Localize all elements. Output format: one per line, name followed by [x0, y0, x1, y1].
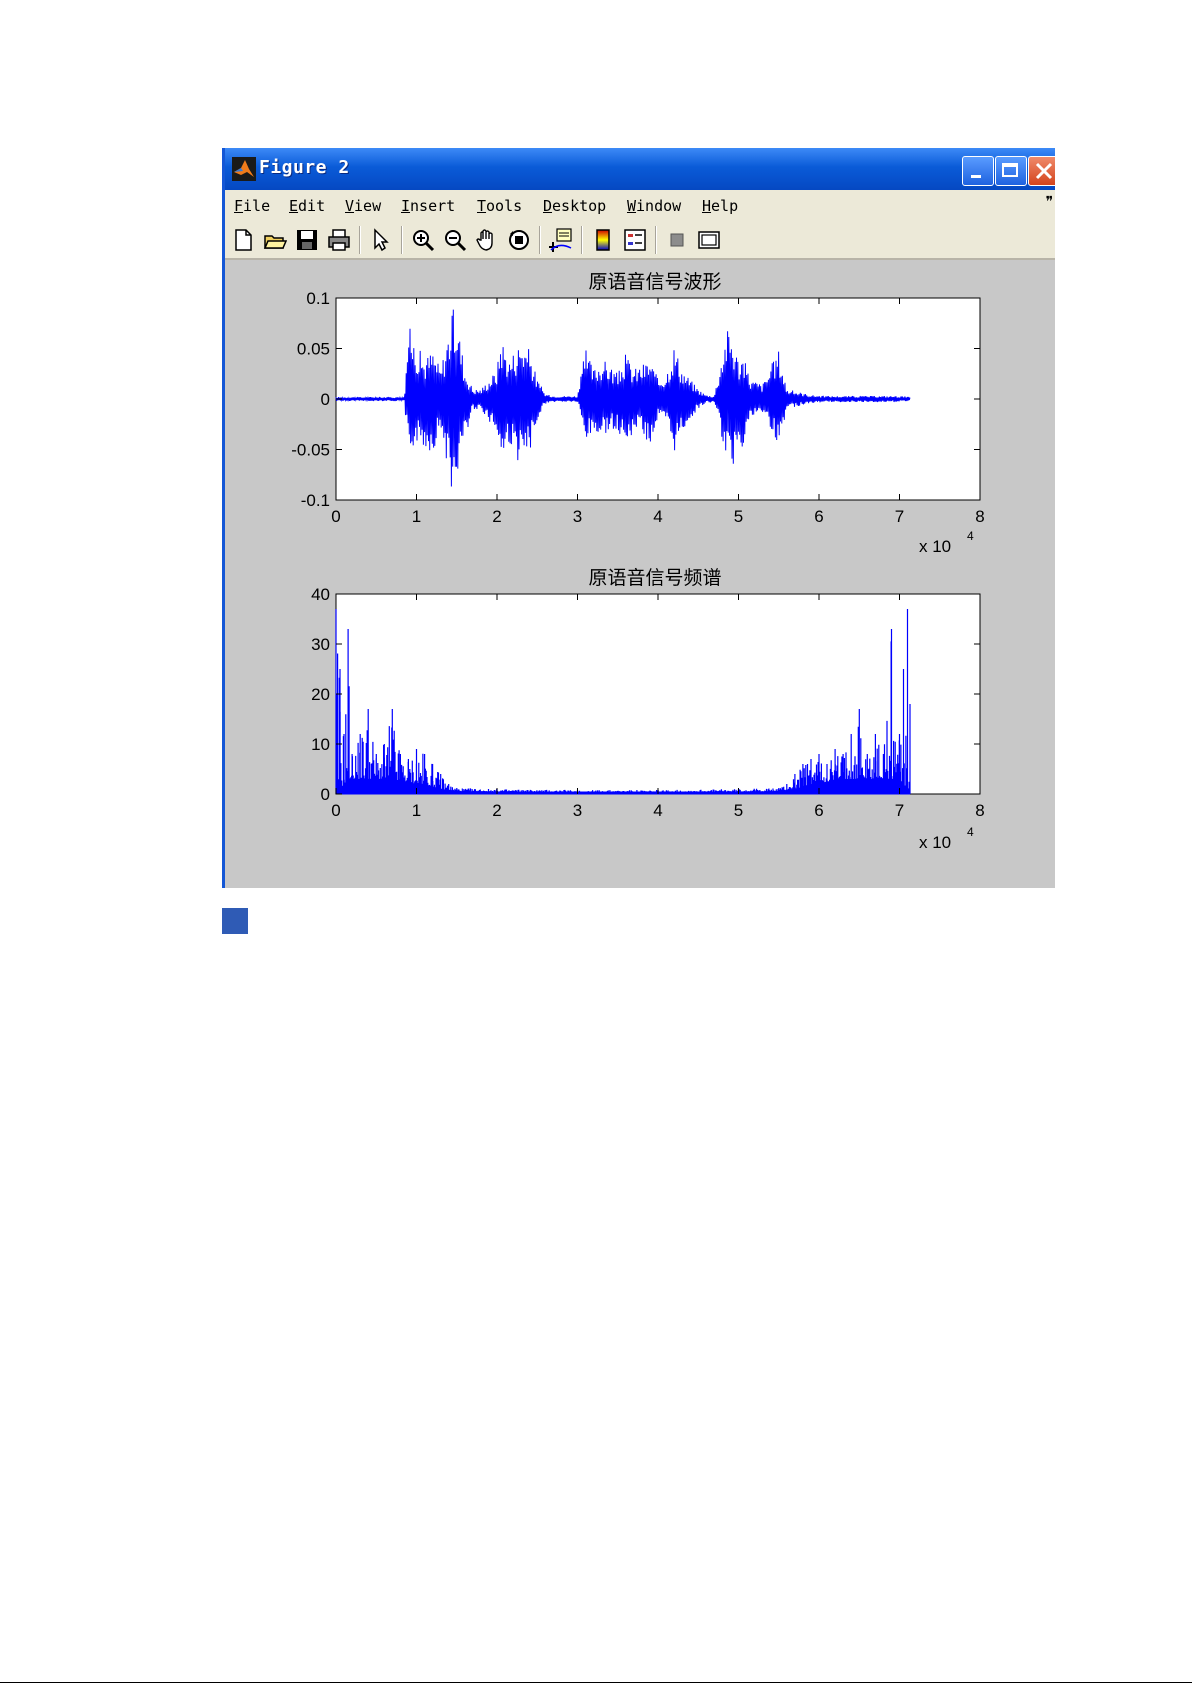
save-icon[interactable] [295, 228, 319, 252]
spectrum-xtick-label: 2 [492, 801, 501, 820]
figure-window: Figure 2 File Edit View Insert Tools Des… [222, 148, 1055, 888]
waveform-x-multiplier: x 10 [919, 537, 951, 556]
page-bottom-rule [0, 1682, 1192, 1683]
edit-plot-arrow-icon[interactable] [369, 228, 393, 252]
menu-desktop[interactable]: Desktop [543, 197, 606, 215]
toolbar-separator [581, 226, 583, 254]
minimize-button[interactable] [962, 156, 994, 186]
window-title: Figure 2 [259, 157, 350, 178]
section-marker-square [222, 908, 248, 934]
menu-view[interactable]: View [345, 197, 381, 215]
waveform-title: 原语音信号波形 [588, 271, 721, 293]
figure-canvas: 原语音信号波形 0 1 2 3 4 5 6 7 8 -0.1 -0.05 0 0.05 0.1 x 10… [225, 258, 1055, 888]
menu-tools[interactable]: Tools [477, 197, 522, 215]
menu-edit[interactable]: Edit [289, 197, 325, 215]
waveform-xtick-label: 1 [412, 507, 421, 526]
rotate-3d-icon[interactable] [507, 228, 531, 252]
toolbar-separator [401, 226, 403, 254]
waveform-ytick-label: -0.1 [301, 491, 330, 510]
close-button[interactable] [1028, 156, 1055, 186]
spectrum-xtick-label: 0 [331, 801, 340, 820]
spectrum-xtick-label: 5 [734, 801, 743, 820]
show-plot-tools-icon[interactable] [697, 228, 721, 252]
hide-plot-tools-icon[interactable] [665, 228, 689, 252]
spectrum-x-multiplier-exponent: 4 [967, 825, 974, 839]
spectrum-xtick-label: 3 [573, 801, 582, 820]
waveform-ytick-label: 0.05 [297, 340, 330, 359]
waveform-ytick-label: 0.1 [306, 289, 330, 308]
spectrum-xtick-label: 1 [412, 801, 421, 820]
spectrum-x-multiplier: x 10 [919, 833, 951, 852]
toolbar-separator [359, 226, 361, 254]
spectrum-xtick-label: 4 [653, 801, 662, 820]
waveform-x-multiplier-exponent: 4 [967, 529, 974, 543]
maximize-button[interactable] [995, 156, 1027, 186]
menu-file[interactable]: File [234, 197, 270, 215]
spectrum-ytick-label: 30 [311, 635, 330, 654]
open-file-icon[interactable] [263, 228, 287, 252]
spectrum-ytick-label: 20 [311, 685, 330, 704]
menu-bar: File Edit View Insert Tools Desktop Wind… [225, 190, 1055, 221]
spectrum-ytick-label: 10 [311, 735, 330, 754]
menu-help[interactable]: Help [702, 197, 738, 215]
waveform-ytick-label: -0.05 [291, 441, 330, 460]
data-cursor-icon[interactable] [549, 228, 573, 252]
zoom-out-icon[interactable] [443, 228, 467, 252]
spectrum-xtick-label: 6 [814, 801, 823, 820]
waveform-xtick-label: 2 [492, 507, 501, 526]
matlab-logo-icon [232, 157, 256, 181]
zoom-in-icon[interactable] [411, 228, 435, 252]
waveform-xtick-label: 8 [975, 507, 984, 526]
menu-window[interactable]: Window [627, 197, 681, 215]
axes-waveform[interactable]: 原语音信号波形 0 1 2 3 4 5 6 7 8 -0.1 -0.05 0 0.05 0.1 x 10… [291, 271, 984, 556]
new-figure-icon[interactable] [231, 228, 255, 252]
colorbar-icon[interactable] [591, 228, 615, 252]
print-icon[interactable] [327, 228, 351, 252]
spectrum-ytick-label: 40 [311, 585, 330, 604]
spectrum-xtick-label: 8 [975, 801, 984, 820]
waveform-ytick-label: 0 [321, 390, 330, 409]
menu-overflow-icon[interactable]: ❞ [1045, 194, 1053, 210]
waveform-xtick-label: 6 [814, 507, 823, 526]
toolbar-separator [655, 226, 657, 254]
waveform-xtick-label: 5 [734, 507, 743, 526]
spectrum-title: 原语音信号频谱 [588, 567, 721, 589]
legend-icon[interactable] [623, 228, 647, 252]
waveform-xtick-label: 0 [331, 507, 340, 526]
close-icon [1035, 162, 1053, 180]
toolbar-separator [539, 226, 541, 254]
waveform-xtick-label: 4 [653, 507, 662, 526]
spectrum-xtick-label: 7 [895, 801, 904, 820]
maximize-icon [1002, 163, 1018, 177]
waveform-xtick-label: 3 [573, 507, 582, 526]
spectrum-ytick-label: 0 [321, 785, 330, 804]
plots-svg: 原语音信号波形 0 1 2 3 4 5 6 7 8 -0.1 -0.05 0 0.05 0.1 x 10… [291, 271, 985, 852]
minimize-icon [971, 175, 981, 178]
axes-spectrum[interactable]: 原语音信号频谱 0 1 2 3 4 5 6 7 8 0 10 20 30 40 x 10 4 [311, 567, 985, 852]
figure-toolbar [225, 220, 1055, 260]
waveform-xtick-label: 7 [895, 507, 904, 526]
pan-hand-icon[interactable] [475, 228, 499, 252]
menu-insert[interactable]: Insert [401, 197, 455, 215]
title-bar[interactable]: Figure 2 [225, 148, 1055, 190]
